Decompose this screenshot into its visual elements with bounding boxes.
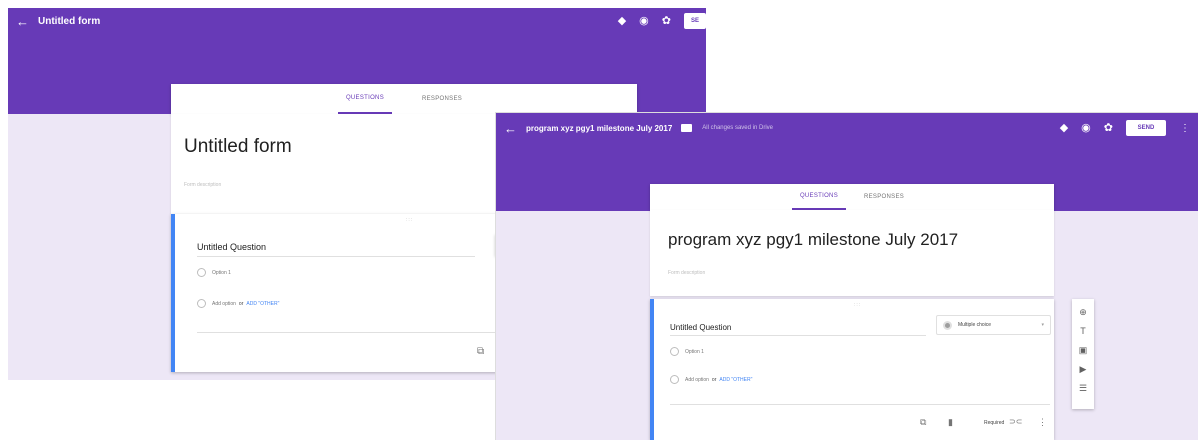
form-description[interactable]: Form description (668, 270, 705, 276)
tab-bar: QUESTIONS RESPONSES (650, 184, 1054, 210)
radio-icon (670, 375, 679, 384)
add-title-icon[interactable]: T (1080, 325, 1086, 338)
palette-icon[interactable]: ◆ (1060, 122, 1068, 134)
radio-icon (197, 299, 206, 308)
question-title[interactable]: Untitled Question (670, 323, 926, 336)
add-other-link[interactable]: ADD "OTHER" (246, 301, 279, 307)
radio-icon (197, 268, 206, 277)
question-title[interactable]: Untitled Question (197, 242, 475, 257)
tab-bar: QUESTIONS RESPONSES (171, 84, 637, 114)
tabs-card: QUESTIONS RESPONSES (171, 84, 637, 114)
or-text: or (711, 376, 717, 383)
drag-handle-icon[interactable]: ::: (406, 217, 413, 223)
radio-icon (670, 347, 679, 356)
question-toolbox: ⊕ T ▣ ▶ ☰ (1072, 299, 1094, 409)
question-divider (670, 404, 1050, 405)
drag-handle-icon[interactable]: ::: (854, 302, 861, 308)
tab-questions[interactable]: QUESTIONS (791, 184, 846, 210)
top-bar: ← Untitled form ◆ ◉ ✿ SE (8, 8, 706, 34)
add-section-icon[interactable]: ☰ (1079, 382, 1087, 395)
add-other-link[interactable]: ADD "OTHER" (719, 377, 752, 383)
add-option-row: Add option or ADD "OTHER" (670, 375, 752, 384)
gear-icon[interactable]: ✿ (662, 15, 671, 27)
gear-icon[interactable]: ✿ (1104, 122, 1113, 134)
form-title-header[interactable]: Untitled form (38, 16, 100, 27)
duplicate-icon[interactable]: ⧉ (920, 417, 926, 428)
folder-icon[interactable] (681, 124, 693, 132)
send-button[interactable]: SE (684, 13, 706, 29)
more-vert-icon[interactable]: ⋮ (1038, 417, 1047, 428)
question-card[interactable]: ::: Untitled Question Multiple choice ▾ … (650, 299, 1054, 440)
form-title[interactable]: Untitled form (184, 136, 292, 158)
question-type-dropdown[interactable]: Multiple choice ▾ (936, 315, 1051, 335)
add-video-icon[interactable]: ▶ (1080, 363, 1087, 376)
back-arrow-icon[interactable]: ← (504, 121, 518, 136)
or-text: or (238, 300, 244, 307)
save-status: All changes saved in Drive (702, 125, 773, 131)
add-question-icon[interactable]: ⊕ (1079, 306, 1087, 319)
form-editor-screenshot-front: ← program xyz pgy1 milestone July 2017 A… (496, 113, 1198, 440)
dropdown-arrow-icon: ▾ (1041, 322, 1044, 328)
add-option-link[interactable]: Add option (212, 301, 236, 307)
add-option-row: Add option or ADD "OTHER" (197, 299, 279, 308)
form-description[interactable]: Form description (184, 182, 221, 188)
question-type-label: Multiple choice (958, 322, 992, 328)
form-title[interactable]: program xyz pgy1 milestone July 2017 (668, 230, 958, 250)
duplicate-icon[interactable]: ⧉ (477, 346, 484, 357)
option-label[interactable]: Option 1 (212, 270, 231, 276)
tabs-card: QUESTIONS RESPONSES (650, 184, 1054, 210)
eye-icon[interactable]: ◉ (1081, 122, 1091, 134)
delete-icon[interactable]: ▮ (948, 417, 953, 428)
top-bar: ← program xyz pgy1 milestone July 2017 A… (496, 113, 1198, 143)
form-header-card: program xyz pgy1 milestone July 2017 For… (650, 210, 1054, 296)
required-label: Required (984, 420, 1005, 426)
radio-button-icon (943, 320, 952, 330)
tab-responses[interactable]: RESPONSES (414, 84, 470, 114)
send-button[interactable]: SEND (1126, 120, 1166, 136)
palette-icon[interactable]: ◆ (618, 15, 626, 27)
eye-icon[interactable]: ◉ (639, 15, 649, 27)
add-image-icon[interactable]: ▣ (1079, 344, 1088, 357)
form-title-header[interactable]: program xyz pgy1 milestone July 2017 (526, 124, 672, 133)
option-row: Option 1 (670, 347, 704, 356)
tab-questions[interactable]: QUESTIONS (337, 84, 392, 114)
tab-responses[interactable]: RESPONSES (856, 184, 912, 210)
option-row: Option 1 (197, 268, 231, 277)
required-toggle[interactable]: ⊃⊂ (1009, 417, 1022, 426)
option-label[interactable]: Option 1 (685, 349, 704, 355)
back-arrow-icon[interactable]: ← (16, 14, 30, 29)
add-option-link[interactable]: Add option (685, 377, 709, 383)
more-vert-icon[interactable]: ⋮ (1180, 123, 1190, 134)
